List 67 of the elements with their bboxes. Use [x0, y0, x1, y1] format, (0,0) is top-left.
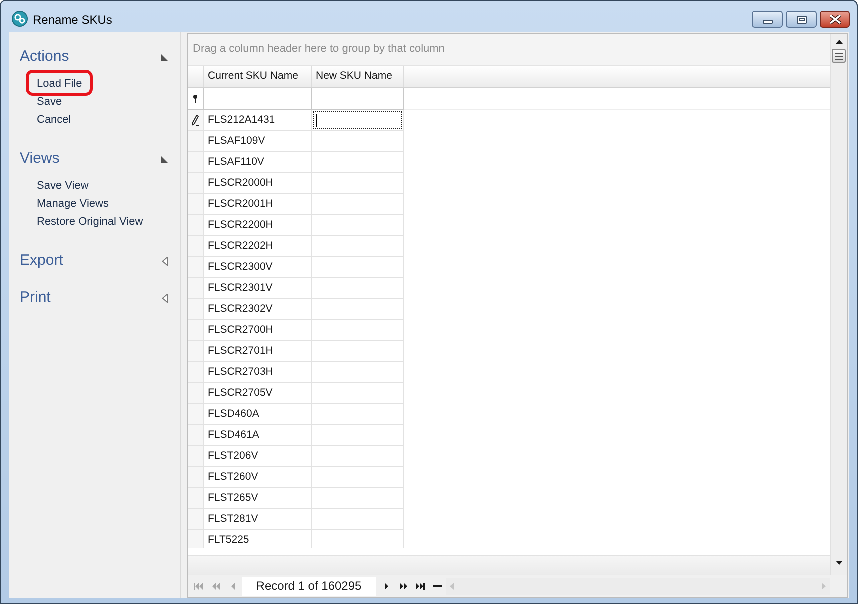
table-cell: FLSCR2200H — [204, 215, 312, 236]
vertical-scrollbar[interactable] — [830, 34, 847, 575]
scroll-up-icon[interactable] — [836, 40, 842, 44]
table-cell: FLST260V — [204, 467, 312, 488]
column-header[interactable]: New SKU Name — [312, 66, 404, 87]
section-heading[interactable]: Print — [20, 289, 51, 307]
table-cell: FLSAF109V — [204, 131, 312, 152]
minus-icon — [433, 582, 442, 590]
record-position-text: Record 1 of 160295 — [242, 576, 376, 596]
right-triangle-icon — [384, 582, 388, 590]
table-cell: FLSCR2202H — [204, 236, 312, 257]
logo-icon — [12, 11, 28, 27]
section-heading[interactable]: Actions — [20, 48, 70, 66]
pencil-icon — [192, 114, 199, 126]
scroll-right-icon[interactable] — [822, 582, 826, 590]
scroll-down-icon[interactable] — [836, 561, 842, 565]
sidebar-link[interactable]: Save View — [37, 180, 89, 192]
section-heading[interactable]: Export — [20, 252, 64, 270]
skip-back-icon — [194, 582, 203, 590]
row-indicator[interactable] — [188, 110, 204, 131]
pin-icon — [193, 94, 198, 102]
sidebar-link[interactable]: Manage Views — [37, 198, 109, 210]
column-header[interactable]: Current SKU Name — [204, 66, 312, 87]
table-cell: FLSD461A — [204, 425, 312, 446]
minimize-icon — [762, 20, 772, 24]
table-cell: FLST281V — [204, 509, 312, 530]
corner-triangle-icon[interactable] — [161, 156, 168, 162]
skip-forward-icon — [416, 582, 425, 590]
table-cell: FLSCR2705V — [204, 383, 312, 404]
horizontal-scrollbar[interactable] — [446, 578, 830, 594]
table-cell: FLSCR2001H — [204, 194, 312, 215]
double-right-triangle-icon — [400, 582, 408, 590]
table-cell: FLSCR2000H — [204, 173, 312, 194]
scroll-left-icon[interactable] — [450, 582, 454, 590]
table-cell: FLSCR2701H — [204, 341, 312, 362]
left-triangle-icon[interactable] — [162, 294, 168, 302]
table-cell: FLSCR2300V — [204, 257, 312, 278]
left-triangle-icon[interactable] — [162, 256, 168, 266]
table-cell: FLSAF110V — [204, 152, 312, 173]
table-cell: FLSCR2703H — [204, 362, 312, 383]
table-cell: FLSCR2302V — [204, 299, 312, 320]
double-left-triangle-icon — [212, 582, 220, 590]
maximize-icon — [796, 16, 806, 24]
table-cell: FLS212A1431 — [204, 110, 312, 131]
sidebar-link[interactable]: Load File — [37, 78, 82, 90]
table-cell: FLSD460A — [204, 404, 312, 425]
sidebar-link[interactable]: Cancel — [37, 114, 72, 126]
sidebar-link[interactable]: Restore Original View — [37, 216, 144, 228]
table-cell: FLSCR2301V — [204, 278, 312, 299]
filter-field[interactable] — [312, 88, 404, 110]
corner-triangle-icon[interactable] — [161, 54, 168, 60]
sidebar-link[interactable]: Save — [37, 96, 62, 108]
filter-field[interactable] — [204, 88, 312, 110]
close-button[interactable] — [820, 11, 850, 28]
window-title: Rename SKUs — [33, 13, 112, 28]
left-triangle-icon — [230, 582, 234, 590]
table-cell: FLT5225 — [204, 530, 312, 548]
close-icon — [830, 15, 840, 24]
group-by-hint: Drag a column header here to group by that column — [193, 42, 445, 58]
table-cell: FLST206V — [204, 446, 312, 467]
maximize-button[interactable] — [786, 11, 817, 28]
scroll-thumb[interactable] — [832, 49, 846, 63]
text-caret-icon — [316, 114, 317, 126]
table-cell: FLST265V — [204, 488, 312, 509]
section-heading[interactable]: Views — [20, 150, 60, 168]
table-cell: FLSCR2700H — [204, 320, 312, 341]
minimize-button[interactable] — [752, 11, 783, 28]
